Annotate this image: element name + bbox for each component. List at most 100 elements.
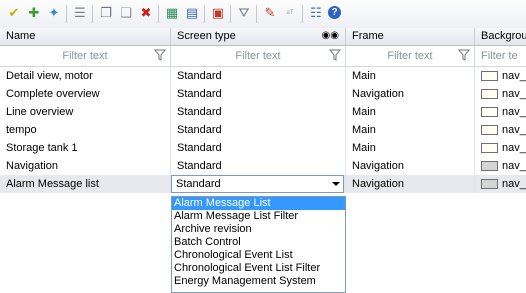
table-row[interactable]: Storage tank 1 Standard Main nav_ xyxy=(0,139,526,157)
funnel-icon[interactable] xyxy=(329,49,341,61)
color-swatch xyxy=(481,161,498,171)
help-icon[interactable]: ? xyxy=(328,6,341,19)
grid-header: Name Screen type ◉◉ Frame Backgrou xyxy=(0,28,526,46)
funnel-icon[interactable] xyxy=(154,49,166,61)
cell-background[interactable]: nav_ xyxy=(475,175,526,193)
edit-icon[interactable]: ✎ xyxy=(262,5,278,21)
filter-name-input[interactable]: Filter text xyxy=(0,46,171,66)
column-header-screen-type[interactable]: Screen type ◉◉ xyxy=(171,28,346,45)
toolbar-separator xyxy=(66,5,67,23)
background-value: nav_ xyxy=(502,178,526,190)
cell-name[interactable]: Line overview xyxy=(0,103,171,121)
color-swatch xyxy=(481,143,498,153)
funnel-icon[interactable] xyxy=(458,49,470,61)
background-value: nav_ xyxy=(502,124,526,136)
table-row[interactable]: tempo Standard Main nav_ xyxy=(0,121,526,139)
table-row[interactable]: Complete overview Standard Navigation na… xyxy=(0,85,526,103)
dropdown-option[interactable]: Alarm Message List xyxy=(172,197,345,210)
filter-frame-input[interactable]: Filter text xyxy=(346,46,475,66)
cell-background[interactable]: nav_ xyxy=(475,157,526,175)
select-all-icon[interactable]: ✔ xyxy=(6,5,22,21)
cell-background[interactable]: nav_ xyxy=(475,139,526,157)
filter-placeholder: Filter text xyxy=(387,50,433,62)
export-icon[interactable]: ▦ xyxy=(164,5,180,21)
cell-screen-type[interactable]: Standard xyxy=(171,157,346,175)
screen-icon[interactable]: ▣ xyxy=(210,5,226,21)
cell-screen-type[interactable]: Standard xyxy=(171,103,346,121)
toolbar-separator xyxy=(204,5,205,23)
filter-screen-type-input[interactable]: Filter text xyxy=(171,46,346,66)
add-row-glyph: ✚ xyxy=(28,5,40,20)
import-glyph: ▤ xyxy=(185,5,199,20)
column-header-label: Screen type xyxy=(177,30,236,42)
column-header-name[interactable]: Name xyxy=(0,28,171,45)
delete-icon[interactable]: ✖ xyxy=(138,5,154,21)
binoculars-icon[interactable]: ◉◉ xyxy=(322,28,339,44)
filter-background-input[interactable]: Filter te xyxy=(475,46,526,66)
cell-frame[interactable]: Navigation xyxy=(346,175,475,193)
column-header-background[interactable]: Backgrou xyxy=(475,28,526,45)
background-value: nav_ xyxy=(502,106,526,118)
filter-icon[interactable]: ⛛ xyxy=(236,5,252,21)
copy-icon[interactable]: ❐ xyxy=(98,5,114,21)
filter-glyph: ⛛ xyxy=(238,5,250,20)
export-glyph: ▦ xyxy=(165,5,179,20)
color-swatch xyxy=(481,71,498,81)
table-row[interactable]: Navigation Standard Navigation nav_ xyxy=(0,157,526,175)
cell-frame[interactable]: Navigation xyxy=(346,85,475,103)
select-all-glyph: ✔ xyxy=(8,5,20,20)
filter-placeholder: Filter te xyxy=(481,50,518,62)
import-icon[interactable]: ▤ xyxy=(184,5,200,21)
cell-name[interactable]: Storage tank 1 xyxy=(0,139,171,157)
cell-frame[interactable]: Main xyxy=(346,121,475,139)
filter-row: Filter text Filter text Filter text Filt… xyxy=(0,46,526,67)
cell-name[interactable]: Complete overview xyxy=(0,85,171,103)
text-icon[interactable]: ᵃᵀ xyxy=(282,5,298,21)
chevron-down-icon[interactable] xyxy=(332,182,340,186)
column-header-frame[interactable]: Frame xyxy=(346,28,475,45)
toolbar-separator xyxy=(302,5,303,23)
text-glyph: ᵃᵀ xyxy=(286,8,294,18)
cell-name[interactable]: Detail view, motor xyxy=(0,67,171,85)
table-row[interactable]: Line overview Standard Main nav_ xyxy=(0,103,526,121)
add-row-icon[interactable]: ✚ xyxy=(26,5,42,21)
cell-screen-type[interactable]: Standard xyxy=(171,67,346,85)
cell-frame[interactable]: Navigation xyxy=(346,157,475,175)
cell-frame[interactable]: Main xyxy=(346,139,475,157)
color-swatch xyxy=(481,107,498,117)
color-swatch xyxy=(481,89,498,99)
edit-glyph: ✎ xyxy=(264,5,276,20)
cell-screen-type[interactable]: Standard xyxy=(171,121,346,139)
table-row[interactable]: Detail view, motor Standard Main nav_ xyxy=(0,67,526,85)
cell-background[interactable]: nav_ xyxy=(475,67,526,85)
dropdown-option[interactable]: Batch Control xyxy=(172,236,345,249)
dropdown-option[interactable]: Alarm Message List Filter xyxy=(172,210,345,223)
cell-screen-type[interactable]: Standard xyxy=(171,139,346,157)
dropdown-option[interactable]: Chronological Event List Filter xyxy=(172,262,345,275)
properties-glyph: ☷ xyxy=(310,5,322,20)
dropdown-option[interactable]: Chronological Event List xyxy=(172,249,345,262)
cell-name[interactable]: Navigation xyxy=(0,157,171,175)
cell-background[interactable]: nav_ xyxy=(475,85,526,103)
paste-icon[interactable]: ❏ xyxy=(118,5,134,21)
toolbar-separator xyxy=(92,5,93,23)
column-header-label: Backgrou xyxy=(481,30,526,42)
screen-type-combobox[interactable]: Standard xyxy=(171,175,344,193)
cell-screen-type[interactable]: Standard xyxy=(171,85,346,103)
color-swatch xyxy=(481,125,498,135)
background-value: nav_ xyxy=(502,142,526,154)
align-icon[interactable]: ☰ xyxy=(72,5,88,21)
dropdown-option[interactable]: Energy Management System xyxy=(172,275,345,288)
cell-name[interactable]: tempo xyxy=(0,121,171,139)
cell-background[interactable]: nav_ xyxy=(475,121,526,139)
toolbar-separator xyxy=(230,5,231,23)
favorite-icon[interactable]: ✦ xyxy=(46,5,62,21)
dropdown-option[interactable]: Archive revision xyxy=(172,223,345,236)
toolbar-separator xyxy=(256,5,257,23)
cell-frame[interactable]: Main xyxy=(346,103,475,121)
cell-name[interactable]: Alarm Message list xyxy=(0,175,171,193)
cell-frame[interactable]: Main xyxy=(346,67,475,85)
cell-background[interactable]: nav_ xyxy=(475,103,526,121)
properties-icon[interactable]: ☷ xyxy=(308,5,324,21)
screen-glyph: ▣ xyxy=(211,5,225,20)
